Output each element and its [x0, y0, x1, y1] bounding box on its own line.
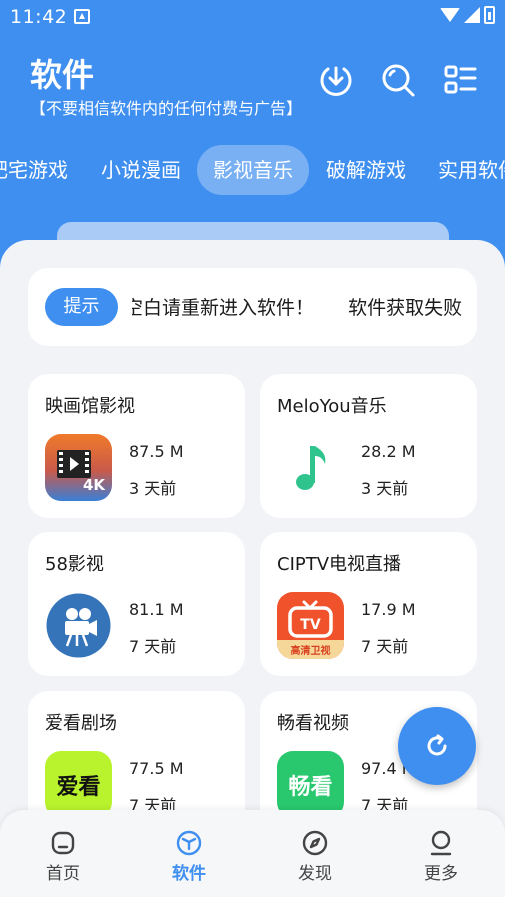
- cellular-icon: [464, 7, 480, 23]
- home-icon: [51, 831, 75, 855]
- status-time: 11:42: [10, 6, 68, 28]
- aikan-icon-text: 爱看: [56, 775, 100, 800]
- app-size: 87.5 M: [129, 442, 184, 461]
- nav-discover[interactable]: 发现: [252, 810, 378, 897]
- yinghuaguan-4k-icon: 4K: [45, 434, 112, 501]
- wifi-icon: [440, 8, 460, 22]
- tab-cracked-games[interactable]: 破解游戏: [326, 145, 406, 195]
- tab-feizhai[interactable]: 肥宅游戏: [0, 145, 68, 195]
- cube-icon: [176, 830, 202, 856]
- app-name: 58影视: [45, 554, 104, 575]
- nav-more-label: 更多: [424, 864, 458, 884]
- tv-icon: TV 高清卫视: [277, 592, 344, 659]
- app-card[interactable]: 58影视 81.1 M 7 天前: [28, 532, 245, 676]
- app-size: 28.2 M: [361, 442, 416, 461]
- tab-novel-comic[interactable]: 小说漫画: [101, 145, 181, 195]
- nav-more[interactable]: 更多: [378, 810, 504, 897]
- app-name: MeloYou音乐: [277, 396, 387, 417]
- app-updated: 3 天前: [361, 479, 409, 498]
- notice-badge: 提示: [45, 288, 118, 326]
- page-subtitle: 【不要相信软件内的任何付费与广告】: [30, 99, 303, 118]
- search-icon[interactable]: [380, 62, 416, 98]
- app-name: CIPTV电视直播: [277, 554, 402, 575]
- nav-software-label: 软件: [172, 864, 206, 884]
- app-card[interactable]: CIPTV电视直播 TV 高清卫视 17.9 M 7 天前: [260, 532, 477, 676]
- notice-text-2: 软件获取失败: [348, 297, 462, 319]
- app-updated: 7 天前: [361, 637, 409, 656]
- svg-text:TV: TV: [300, 617, 321, 633]
- category-tabs: 肥宅游戏 小说漫画 影视音乐 破解游戏 实用软件: [0, 145, 505, 195]
- refresh-button[interactable]: [398, 707, 476, 785]
- person-icon: [430, 830, 452, 856]
- app-updated: 3 天前: [129, 479, 177, 498]
- tab-video-music[interactable]: 影视音乐: [197, 145, 309, 195]
- svg-text:4K: 4K: [83, 476, 106, 494]
- app-name: 爱看剧场: [45, 713, 117, 734]
- app-size: 17.9 M: [361, 600, 416, 619]
- battery-icon: [484, 6, 495, 24]
- status-icons: [440, 6, 495, 24]
- nav-home-label: 首页: [46, 864, 80, 884]
- page-title: 软件: [30, 56, 95, 94]
- notice-marquee: 空白请重新进入软件！ 软件获取失败: [132, 268, 462, 346]
- app-size: 77.5 M: [129, 759, 184, 778]
- music-note-icon: [277, 434, 344, 501]
- changkan-icon-text: 畅看: [288, 775, 332, 800]
- projector-icon: [45, 592, 112, 659]
- refresh-icon: [427, 734, 447, 756]
- compass-icon: [302, 830, 328, 856]
- app-size: 81.1 M: [129, 600, 184, 619]
- tv-icon-caption: 高清卫视: [291, 644, 331, 657]
- notice-bar: 提示 空白请重新进入软件！ 软件获取失败: [28, 268, 477, 346]
- nav-software[interactable]: 软件: [126, 810, 252, 897]
- tab-utilities[interactable]: 实用软件: [438, 145, 505, 195]
- notice-text-1: 空白请重新进入软件！: [132, 297, 315, 319]
- app-updated: 7 天前: [129, 637, 177, 656]
- content-sheet: 提示 空白请重新进入软件！ 软件获取失败 映画馆影视 4K 87.5 M 3 天…: [0, 240, 505, 897]
- bottom-nav: 首页 软件 发现 更多: [0, 810, 505, 897]
- nav-home[interactable]: 首页: [0, 810, 126, 897]
- download-icon[interactable]: [318, 62, 354, 98]
- app-card[interactable]: 映画馆影视 4K 87.5 M 3 天前: [28, 374, 245, 518]
- nav-discover-label: 发现: [298, 864, 332, 884]
- status-bar: 11:42: [0, 0, 505, 34]
- menu-icon[interactable]: [442, 62, 478, 98]
- app-name: 畅看视频: [277, 713, 349, 734]
- app-card[interactable]: MeloYou音乐 28.2 M 3 天前: [260, 374, 477, 518]
- notification-icon: [74, 9, 90, 24]
- aikan-icon: 爱看: [45, 751, 112, 818]
- app-name: 映画馆影视: [45, 396, 135, 417]
- changkan-icon: 畅看: [277, 751, 344, 818]
